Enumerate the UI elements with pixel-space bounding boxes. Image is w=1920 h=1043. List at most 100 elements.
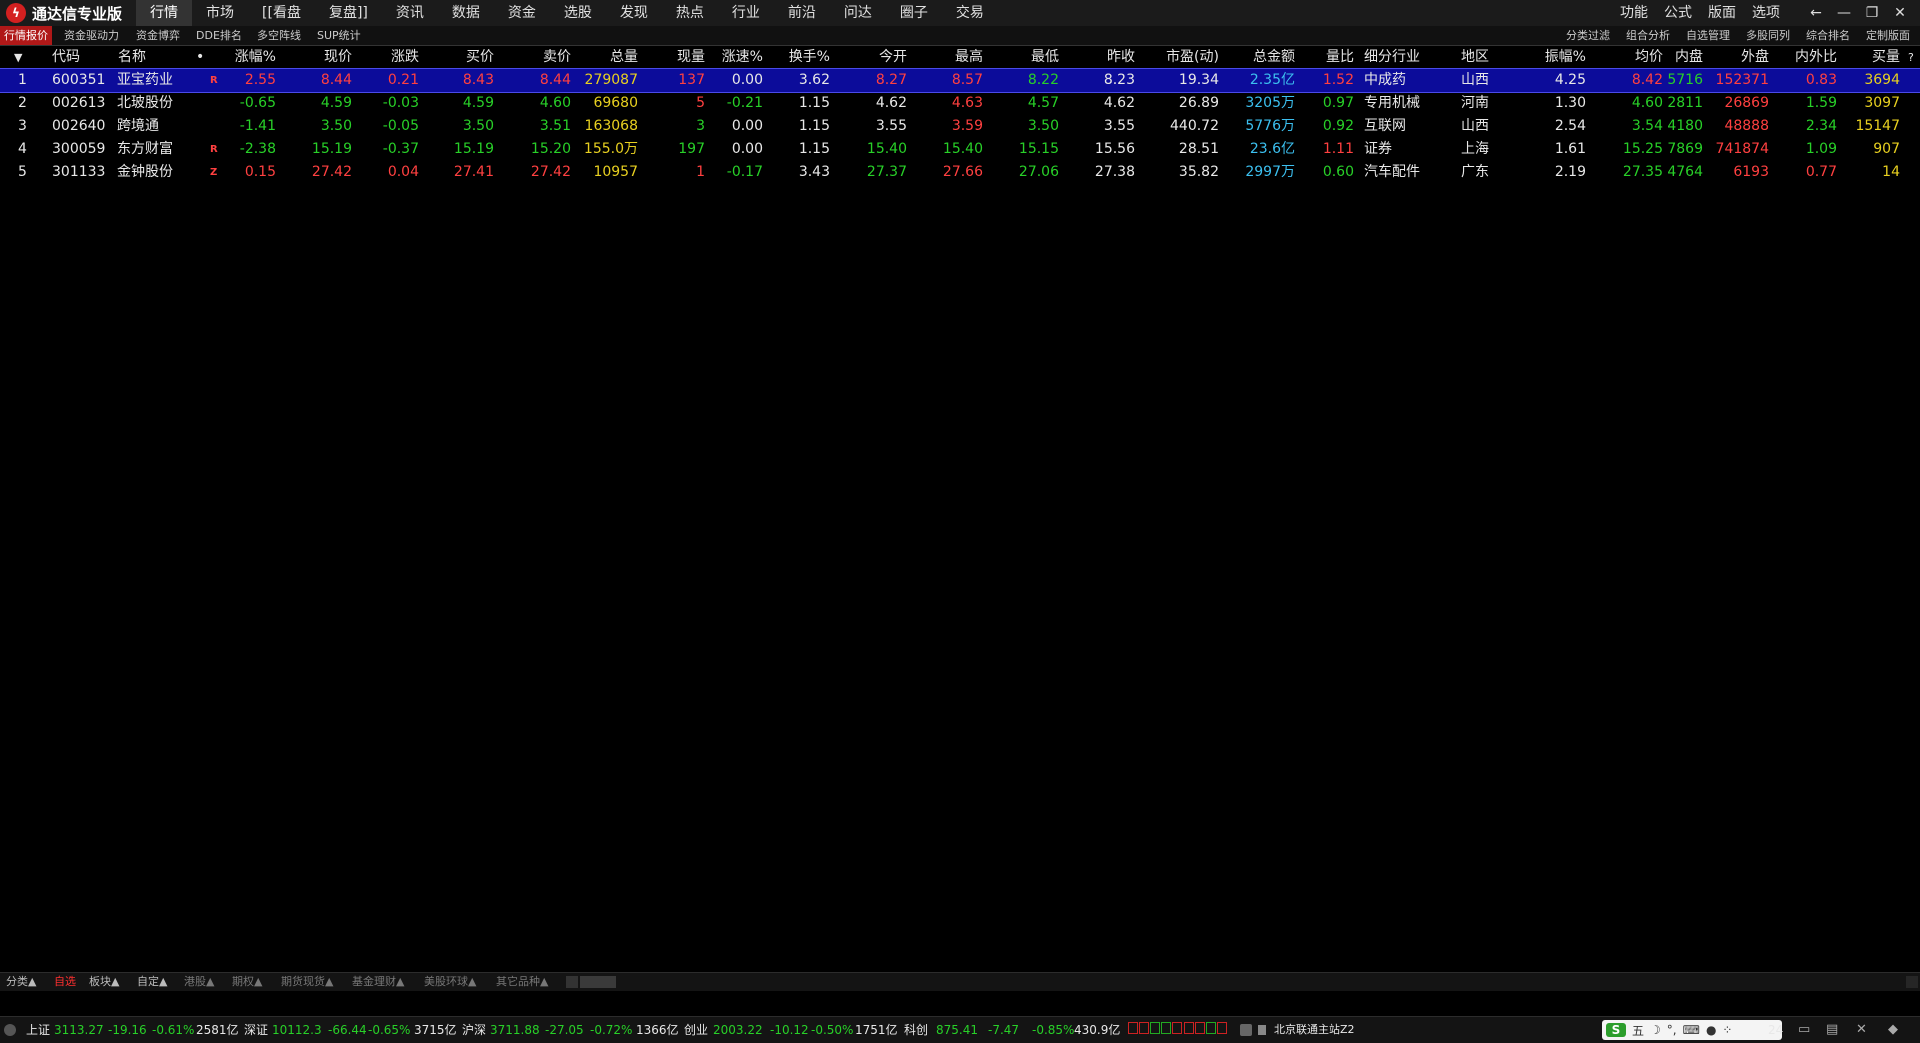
col-turnover[interactable]: 换手% [789, 46, 830, 69]
tab-zijin-boyi[interactable]: 资金博弈 [132, 26, 184, 45]
col-outer[interactable]: 外盘 [1741, 46, 1769, 69]
table-row[interactable]: 3 002640 跨境通 -1.41 3.50 -0.05 3.50 3.51 … [0, 115, 1920, 138]
col-price[interactable]: 现价 [324, 46, 352, 69]
keyboard-icon[interactable]: ⌨ [1683, 1023, 1700, 1037]
col-bid-vol[interactable]: 买量 [1872, 46, 1900, 69]
menu-zijin[interactable]: 资金 [494, 0, 550, 26]
input-method-toolbar[interactable]: S 五 ☽ °, ⌨ ● ⁘ [1602, 1020, 1782, 1040]
btab-ganggu[interactable]: 港股▲ [184, 973, 214, 991]
menu-shuju[interactable]: 数据 [438, 0, 494, 26]
btab-bankuai[interactable]: 板块▲ [89, 973, 119, 991]
index-hs-value[interactable]: 3711.88 [490, 1017, 540, 1043]
col-code[interactable]: 代码 [52, 46, 80, 69]
menu-faxian[interactable]: 发现 [606, 0, 662, 26]
bell-icon[interactable]: ◆ [1888, 1017, 1898, 1043]
btab-fenlei[interactable]: 分类▲ [6, 973, 36, 991]
tab-hangqing-baojia[interactable]: 行情报价 [0, 26, 52, 45]
grid-icon[interactable]: ⁘ [1722, 1023, 1732, 1037]
tab-dde-paiming[interactable]: DDE排名 [192, 26, 246, 45]
close-icon[interactable]: ✕ [1886, 0, 1914, 26]
chat-icon[interactable]: ▤ [1826, 1017, 1838, 1043]
index-cy-value[interactable]: 2003.22 [713, 1017, 763, 1043]
col-inner[interactable]: 内盘 [1675, 46, 1703, 69]
menu-hangye[interactable]: 行业 [718, 0, 774, 26]
ime-mode-label[interactable]: 五 [1632, 1022, 1644, 1039]
menu-zixun[interactable]: 资讯 [382, 0, 438, 26]
col-industry[interactable]: 细分行业 [1364, 46, 1420, 69]
btab-meigu-huanqiu[interactable]: 美股环球▲ [424, 973, 476, 991]
scroll-right-arrow-icon[interactable] [1906, 976, 1918, 988]
menu-jiaoyi[interactable]: 交易 [942, 0, 998, 26]
index-kc-value[interactable]: 875.41 [936, 1017, 978, 1043]
menu-redian[interactable]: 热点 [662, 0, 718, 26]
help-icon[interactable]: ? [1908, 46, 1914, 69]
menu-xuanxiang[interactable]: 选项 [1744, 0, 1788, 26]
back-arrow-icon[interactable]: ← [1802, 0, 1830, 26]
index-sh-value[interactable]: 3113.27 [54, 1017, 104, 1043]
server-icon[interactable] [1240, 1024, 1252, 1036]
col-speed[interactable]: 涨速% [722, 46, 763, 69]
index-sz-value[interactable]: 10112.3 [272, 1017, 322, 1043]
tab-duogu-tonglie[interactable]: 多股同列 [1746, 26, 1790, 45]
btab-qiquan[interactable]: 期权▲ [232, 973, 262, 991]
menu-shichang[interactable]: 市场 [192, 0, 248, 26]
table-row[interactable]: 5 301133 金钟股份 Z 0.15 27.42 0.04 27.41 27… [0, 161, 1920, 184]
restore-icon[interactable]: ❐ [1858, 0, 1886, 26]
btab-jijin-licai[interactable]: 基金理财▲ [352, 973, 404, 991]
scroll-left-arrow-icon[interactable] [566, 976, 578, 988]
col-amplitude[interactable]: 振幅% [1545, 46, 1586, 69]
col-pe[interactable]: 市盈(动) [1166, 46, 1219, 69]
menu-banmian[interactable]: 版面 [1700, 0, 1744, 26]
horizontal-scrollbar-thumb[interactable] [580, 976, 616, 988]
moon-icon[interactable]: ☽ [1650, 1023, 1661, 1037]
col-low[interactable]: 最低 [1031, 46, 1059, 69]
col-ask[interactable]: 卖价 [543, 46, 571, 69]
tab-zixuan-guanli[interactable]: 自选管理 [1686, 26, 1730, 45]
menu-qianyan[interactable]: 前沿 [774, 0, 830, 26]
col-prev-close[interactable]: 昨收 [1107, 46, 1135, 69]
tab-dingzhi-banmian[interactable]: 定制版面 [1866, 26, 1910, 45]
table-row[interactable]: 4 300059 东方财富 R -2.38 15.19 -0.37 15.19 … [0, 138, 1920, 161]
message-icon[interactable]: ▭ [1798, 1017, 1810, 1043]
menu-gongneng[interactable]: 功能 [1612, 0, 1656, 26]
table-row[interactable]: 2 002613 北玻股份 -0.65 4.59 -0.03 4.59 4.60… [0, 92, 1920, 115]
col-vol-ratio[interactable]: 量比 [1326, 46, 1354, 69]
menu-wenda[interactable]: 问达 [830, 0, 886, 26]
menu-hangqing[interactable]: 行情 [136, 0, 193, 26]
col-volume[interactable]: 总量 [610, 46, 638, 69]
col-avg[interactable]: 均价 [1635, 46, 1663, 69]
col-name[interactable]: 名称 [118, 46, 146, 69]
tools-icon[interactable]: ✕ [1856, 1017, 1867, 1043]
status-toggle-icon[interactable] [4, 1024, 16, 1036]
menu-xuangu[interactable]: 选股 [550, 0, 606, 26]
minimize-icon[interactable]: — [1830, 0, 1858, 26]
col-region[interactable]: 地区 [1461, 46, 1489, 69]
tab-duokong-zhenxian[interactable]: 多空阵线 [253, 26, 305, 45]
tab-zonghe-paiming[interactable]: 综合排名 [1806, 26, 1850, 45]
btab-qita-pinzhong[interactable]: 其它品种▲ [496, 973, 548, 991]
tab-zuhe-fenxi[interactable]: 组合分析 [1626, 26, 1670, 45]
user-icon[interactable]: ● [1706, 1023, 1716, 1037]
punctuation-icon[interactable]: °, [1667, 1023, 1677, 1037]
menu-gongshi[interactable]: 公式 [1656, 0, 1700, 26]
table-row[interactable]: 1 600351 亚宝药业 R 2.55 8.44 0.21 8.43 8.44… [0, 68, 1920, 93]
col-chg-pct[interactable]: 涨幅% [235, 46, 276, 69]
tab-fenlei-guolv[interactable]: 分类过滤 [1566, 26, 1610, 45]
col-high[interactable]: 最高 [955, 46, 983, 69]
menu-fupan[interactable]: 复盘]] [315, 0, 382, 26]
col-chg[interactable]: 涨跌 [391, 46, 419, 69]
col-amount[interactable]: 总金额 [1253, 46, 1295, 69]
btab-qihuo-xianhuo[interactable]: 期货现货▲ [281, 973, 333, 991]
col-cur-vol[interactable]: 现量 [677, 46, 705, 69]
btab-zidingyi[interactable]: 自定▲ [137, 973, 167, 991]
col-flag[interactable]: • [196, 46, 204, 69]
btab-zixuan[interactable]: 自选 [54, 973, 76, 991]
server-name[interactable]: 北京联通主站Z2 [1274, 1017, 1355, 1043]
tab-sup-tongji[interactable]: SUP统计 [313, 26, 365, 45]
sort-menu-icon[interactable]: ▼ [14, 46, 22, 69]
col-io-ratio[interactable]: 内外比 [1795, 46, 1837, 69]
menu-kanpan[interactable]: [[看盘 [248, 0, 315, 26]
col-open[interactable]: 今开 [879, 46, 907, 69]
menu-quanzi[interactable]: 圈子 [886, 0, 942, 26]
tab-zijin-qudongli[interactable]: 资金驱动力 [60, 26, 123, 45]
